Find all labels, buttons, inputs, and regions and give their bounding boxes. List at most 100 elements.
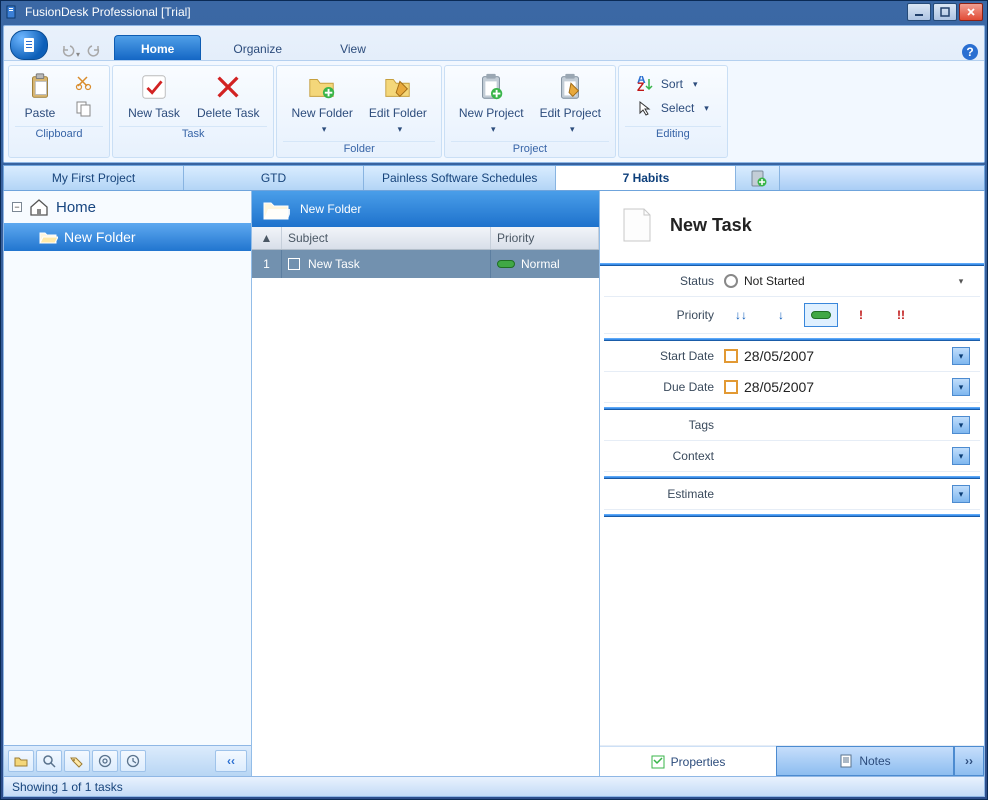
edit-project-button[interactable]: Edit Project ▾ <box>532 68 609 139</box>
svg-text:Z: Z <box>637 80 644 92</box>
select-button[interactable]: Select ▾ <box>633 98 713 118</box>
priority-high-button[interactable]: ! <box>844 303 878 327</box>
priority-label: Priority <box>614 308 714 322</box>
context-dropdown[interactable]: ▾ <box>952 447 970 465</box>
notes-tab[interactable]: Notes <box>776 746 954 776</box>
tags-dropdown[interactable]: ▾ <box>952 416 970 434</box>
close-button[interactable] <box>959 3 983 21</box>
folder-add-icon <box>307 72 337 102</box>
cut-button[interactable] <box>71 72 97 94</box>
folder-tree: − Home New Folder ‹‹ <box>4 191 252 776</box>
copy-icon <box>75 100 93 118</box>
priority-highest-button[interactable]: !! <box>884 303 918 327</box>
folder-icon <box>13 754 29 768</box>
add-project-tab-button[interactable] <box>736 166 780 190</box>
cursor-icon <box>637 100 655 116</box>
status-dropdown[interactable]: ▾ <box>952 272 970 290</box>
estimate-dropdown[interactable]: ▾ <box>952 485 970 503</box>
maximize-button[interactable] <box>933 3 957 21</box>
start-date-value: 28/05/2007 <box>744 348 814 364</box>
titlebar: FusionDesk Professional [Trial] <box>1 1 987 23</box>
dropdown-arrow-icon: ▾ <box>491 124 496 135</box>
new-folder-button[interactable]: New Folder ▾ <box>283 68 360 139</box>
tree-label: New Folder <box>64 229 136 245</box>
grid-sort-indicator[interactable]: ▲ <box>252 227 282 249</box>
tab-view[interactable]: View <box>314 36 392 60</box>
estimate-label: Estimate <box>614 487 714 501</box>
status-label: Status <box>614 274 714 288</box>
tree-tool-search[interactable] <box>36 750 62 772</box>
clipboard-icon <box>25 72 55 102</box>
paste-label: Paste <box>25 106 56 120</box>
edit-folder-label: Edit Folder <box>369 106 427 120</box>
properties-label: Properties <box>671 755 726 769</box>
project-tab-7habits[interactable]: 7 Habits <box>556 166 736 190</box>
field-due-date: Due Date 28/05/2007 ▾ <box>604 372 980 403</box>
ribbon-group-clipboard: Paste Clipboard <box>8 65 110 158</box>
priority-lowest-button[interactable]: ↓↓ <box>724 303 758 327</box>
clipboard-edit-icon <box>555 72 585 102</box>
row-checkbox[interactable] <box>288 258 300 270</box>
app-orb-button[interactable] <box>10 30 48 60</box>
detail-title: New Task <box>670 215 752 236</box>
tree-collapse-button[interactable]: ‹‹ <box>215 750 247 772</box>
sort-button[interactable]: AZ Sort ▾ <box>633 74 713 94</box>
clipboard-add-icon <box>748 168 768 188</box>
priority-low-button[interactable]: ↓ <box>764 303 798 327</box>
new-folder-label: New Folder <box>291 106 352 120</box>
ribbon-group-folder: New Folder ▾ Edit Folder ▾ Folder <box>276 65 441 158</box>
window-title: FusionDesk Professional [Trial] <box>25 5 191 19</box>
ribbon: ▾ Home Organize View ? Paste <box>3 25 985 163</box>
ribbon-group-project: New Project ▾ Edit Project ▾ Project <box>444 65 616 158</box>
tree-tool-clock[interactable] <box>120 750 146 772</box>
priority-normal-chip <box>497 260 515 268</box>
copy-button[interactable] <box>71 98 97 120</box>
search-icon <box>42 754 56 768</box>
dropdown-arrow-icon: ▾ <box>322 124 327 135</box>
tab-home[interactable]: Home <box>114 35 201 60</box>
delete-task-button[interactable]: Delete Task <box>189 68 267 124</box>
tree-tool-folder[interactable] <box>8 750 34 772</box>
paste-button[interactable]: Paste <box>15 68 65 124</box>
tree-tool-tag[interactable] <box>64 750 90 772</box>
tree-item-new-folder[interactable]: New Folder <box>4 223 251 251</box>
new-task-button[interactable]: New Task <box>119 68 189 124</box>
task-list-pane: New Folder ▲ Subject Priority 1 New Task… <box>252 191 600 776</box>
minimize-button[interactable] <box>907 3 931 21</box>
properties-tab[interactable]: Properties <box>600 746 776 776</box>
row-index: 1 <box>252 250 282 278</box>
due-date-label: Due Date <box>614 380 714 394</box>
project-tab-painless[interactable]: Painless Software Schedules <box>364 166 556 190</box>
help-button[interactable]: ? <box>962 44 978 60</box>
undo-button[interactable]: ▾ <box>60 43 80 60</box>
task-row[interactable]: 1 New Task Normal <box>252 250 599 278</box>
tree-tool-context[interactable] <box>92 750 118 772</box>
list-header: New Folder <box>252 191 599 227</box>
delete-task-label: Delete Task <box>197 106 259 120</box>
column-priority[interactable]: Priority <box>491 227 599 249</box>
status-circle-icon <box>724 274 738 288</box>
grid-header: ▲ Subject Priority <box>252 227 599 250</box>
sort-az-icon: AZ <box>637 76 655 92</box>
new-project-button[interactable]: New Project ▾ <box>451 68 532 139</box>
project-tab-gtd[interactable]: GTD <box>184 166 364 190</box>
due-date-dropdown[interactable]: ▾ <box>952 378 970 396</box>
start-date-dropdown[interactable]: ▾ <box>952 347 970 365</box>
tree-item-home[interactable]: − Home <box>4 191 251 223</box>
field-estimate: Estimate ▾ <box>604 479 980 510</box>
redo-button[interactable] <box>86 43 102 60</box>
project-tab-my-first[interactable]: My First Project <box>4 166 184 190</box>
detail-expand-button[interactable]: ›› <box>954 746 984 776</box>
collapse-icon[interactable]: − <box>12 202 22 212</box>
checkmark-icon <box>139 72 169 102</box>
tab-organize[interactable]: Organize <box>207 36 308 60</box>
status-value: Not Started <box>744 274 805 288</box>
start-date-label: Start Date <box>614 349 714 363</box>
edit-folder-button[interactable]: Edit Folder ▾ <box>361 68 435 139</box>
delete-x-icon <box>213 72 243 102</box>
tree-label: Home <box>56 199 96 216</box>
folder-open-icon <box>262 197 290 221</box>
priority-normal-button[interactable] <box>804 303 838 327</box>
column-subject[interactable]: Subject <box>282 227 491 249</box>
ribbon-group-task: New Task Delete Task Task <box>112 65 274 158</box>
